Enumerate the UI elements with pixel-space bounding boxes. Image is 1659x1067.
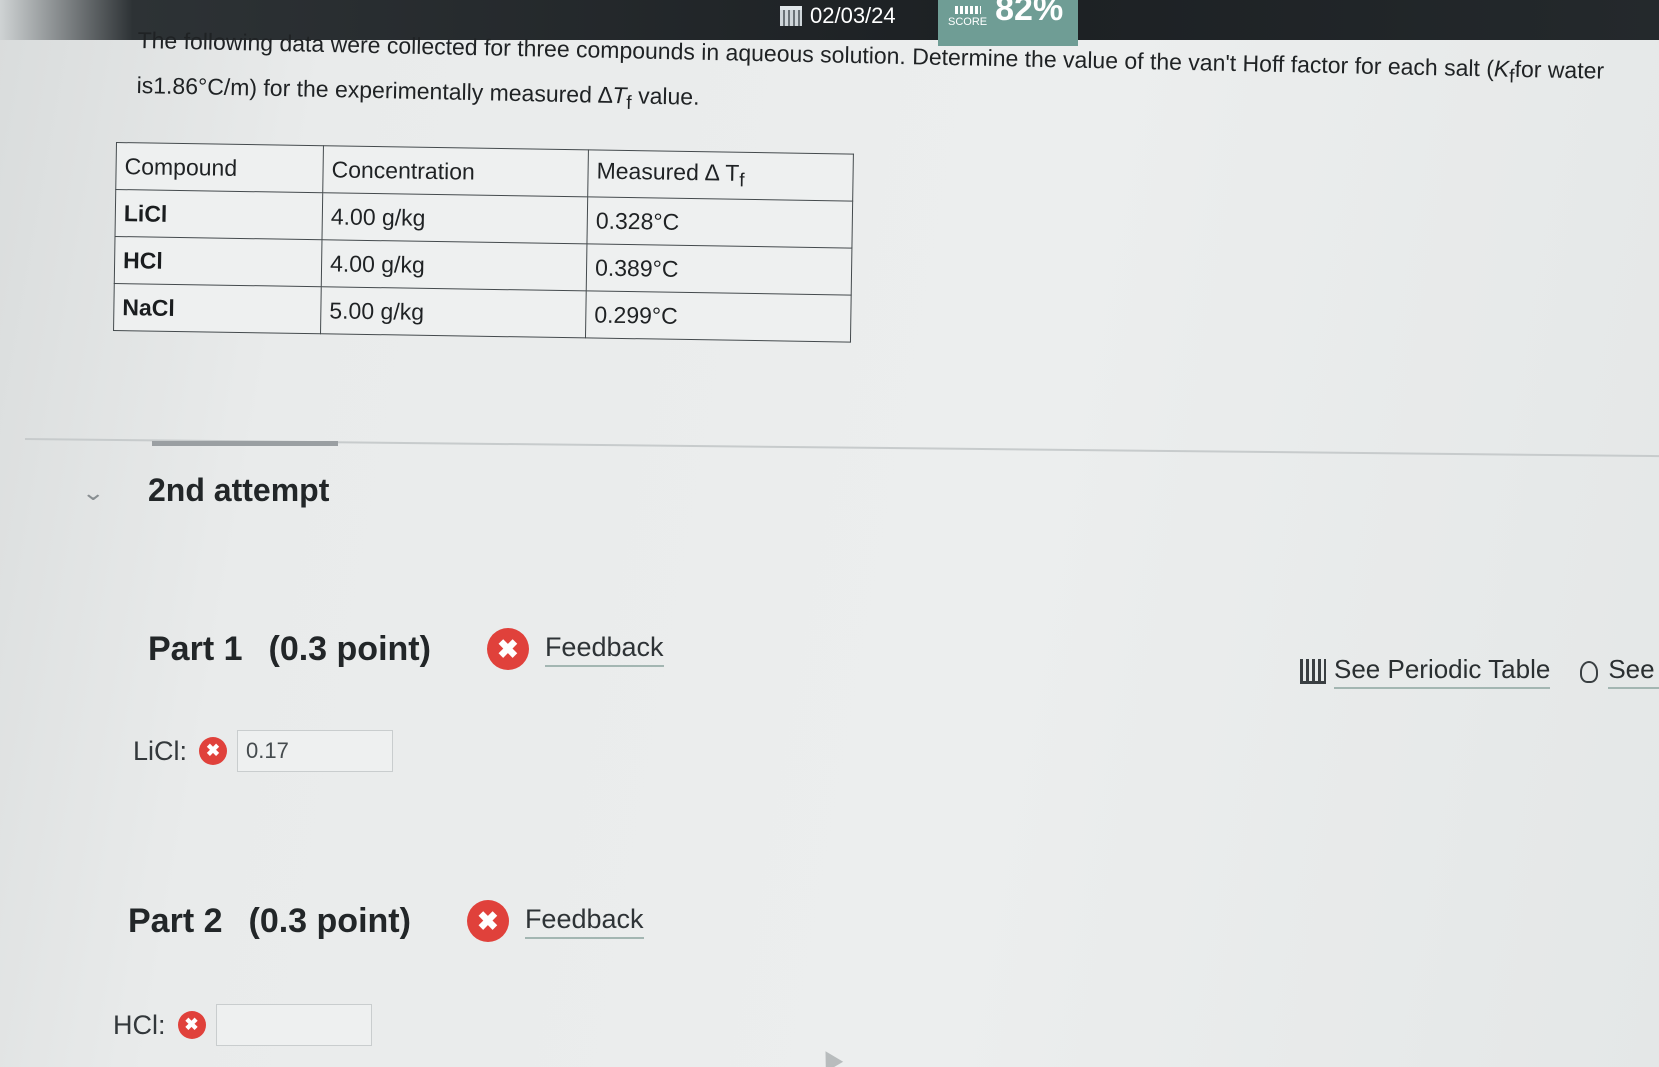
tf-symbol: T [612, 81, 627, 108]
cell-measured: 0.299°C [585, 290, 852, 343]
part-1-feedback-link[interactable]: Feedback [544, 632, 664, 667]
part-1-header: Part 1 (0.3 point) ✖ Feedback [148, 628, 664, 670]
error-icon: ✖ [177, 1011, 206, 1039]
cell-compound: LiCl [115, 189, 323, 240]
error-icon: ✖ [466, 900, 509, 942]
app-window: 02/03/24 SCORE 82% The following data we… [0, 0, 1659, 1067]
attempt-title: 2nd attempt [148, 472, 330, 508]
cell-compound: HCl [114, 236, 322, 287]
question-text: The following data were collected for th… [136, 26, 1605, 114]
part-2-answer-label: HCl: [113, 1009, 166, 1040]
kf-symbol: K [1493, 55, 1510, 82]
column-header-compound: Compound [115, 142, 324, 193]
part-1-answer: LiCl: ✖ [133, 730, 394, 772]
part-2-answer: HCl: ✖ [113, 1004, 372, 1046]
part-1-points: (0.3 point) [268, 629, 431, 668]
score-bars-icon [954, 6, 981, 14]
due-date-text: 02/03/24 [810, 3, 896, 28]
chevron-down-icon[interactable]: ⌄ [81, 480, 105, 506]
cell-measured: 0.389°C [586, 243, 852, 296]
calendar-icon [780, 6, 802, 26]
error-icon: ✖ [199, 737, 228, 765]
part-2-points: (0.3 point) [248, 901, 411, 940]
part-2-label: Part 2 [128, 901, 223, 940]
cell-measured: 0.328°C [586, 196, 853, 249]
column-header-measured: Measured ∆ Tf [587, 149, 854, 202]
part-2-header: Part 2 (0.3 point) ✖ Feedback [128, 900, 644, 942]
hcl-answer-input[interactable] [215, 1004, 372, 1046]
due-date: 02/03/24 [780, 0, 896, 32]
column-header-concentration: Concentration [322, 145, 589, 197]
cell-compound: NaCl [113, 283, 322, 334]
periodic-table-icon [1300, 659, 1326, 684]
lightbulb-icon [1580, 660, 1599, 683]
error-icon: ✖ [486, 628, 529, 670]
part-2-feedback-link[interactable]: Feedback [524, 904, 644, 939]
cell-concentration: 5.00 g/kg [320, 286, 587, 338]
data-table: Compound Concentration Measured ∆ Tf LiC… [113, 142, 854, 343]
tools-bar: See Periodic Table See H [1300, 654, 1659, 689]
cell-concentration: 4.00 g/kg [321, 192, 588, 244]
part-1-answer-label: LiCl: [133, 735, 188, 766]
score-value: 82% [995, 0, 1064, 28]
mouse-cursor-icon [816, 1046, 844, 1067]
cell-concentration: 4.00 g/kg [321, 239, 587, 291]
score-label: SCORE [948, 6, 987, 28]
part-1-label: Part 1 [148, 629, 243, 668]
see-periodic-table-link[interactable]: See Periodic Table [1334, 654, 1551, 689]
attempt-tab-indicator [152, 441, 338, 446]
licl-answer-input[interactable] [237, 730, 394, 772]
see-hint-link[interactable]: See H [1608, 654, 1659, 689]
